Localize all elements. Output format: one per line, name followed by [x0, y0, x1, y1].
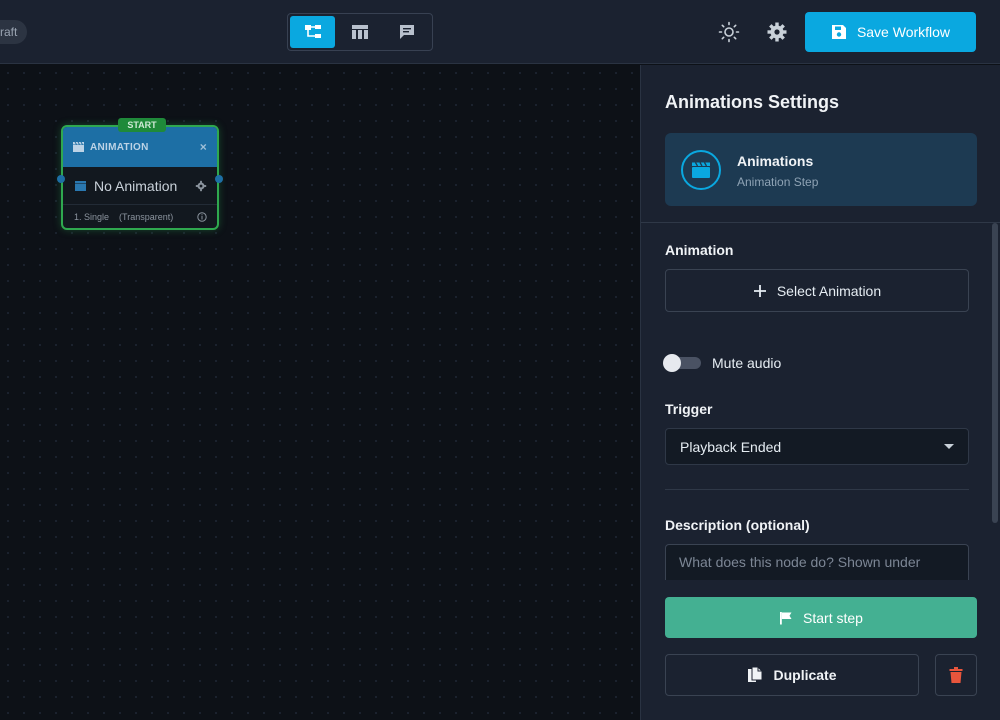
card-title: Animations [737, 153, 814, 169]
trigger-select[interactable]: Playback Ended [665, 428, 969, 465]
gear-icon [767, 22, 787, 42]
table-view-icon [351, 25, 368, 39]
clapperboard-icon [73, 142, 84, 152]
node-input-handle[interactable] [57, 175, 65, 183]
node-gear-icon[interactable] [195, 180, 207, 192]
copy-icon [748, 666, 763, 682]
clapperboard-icon [692, 162, 710, 178]
node-header: ANIMATION × [63, 127, 217, 167]
comment-view-icon [400, 25, 415, 39]
node-body: No Animation [63, 167, 217, 205]
start-step-label: Start step [803, 609, 863, 626]
start-step-button[interactable]: Start step [665, 597, 977, 638]
node-close-icon[interactable]: × [200, 140, 207, 154]
description-textarea[interactable]: What does this node do? Shown under [665, 544, 969, 580]
tree-view-icon [304, 25, 321, 38]
divider [665, 489, 969, 490]
divider [641, 222, 1000, 223]
description-label: Description (optional) [665, 517, 810, 533]
table-view-button[interactable] [337, 16, 382, 48]
duplicate-button[interactable]: Duplicate [665, 654, 919, 696]
select-animation-button[interactable]: Select Animation [665, 269, 969, 312]
floppy-disk-icon [831, 25, 846, 39]
mute-audio-toggle[interactable] [663, 354, 701, 372]
theme-toggle-button[interactable] [714, 17, 744, 47]
top-bar: raft Save Workflow [0, 0, 1000, 64]
view-switcher [287, 13, 433, 51]
settings-panel: Animations Settings Animations Animation… [640, 65, 1000, 720]
trigger-label: Trigger [665, 401, 713, 417]
delete-button[interactable] [935, 654, 977, 696]
trigger-value: Playback Ended [680, 438, 782, 455]
save-workflow-button[interactable]: Save Workflow [805, 12, 976, 52]
tree-view-button[interactable] [290, 16, 336, 48]
step-info-card: Animations Animation Step [665, 133, 977, 206]
draft-status-badge: raft [0, 20, 28, 44]
info-icon [197, 211, 207, 222]
panel-footer: Start step Duplicate [641, 580, 1000, 720]
mute-audio-label: Mute audio [712, 355, 782, 371]
sun-icon [718, 21, 740, 43]
node-footer: 1. Single (Transparent) [63, 205, 217, 228]
card-subtitle: Animation Step [737, 175, 819, 189]
node-background-label: (Transparent) [119, 211, 174, 222]
node-output-handle[interactable] [215, 175, 223, 183]
node-animation-name: No Animation [94, 177, 178, 194]
animation-node[interactable]: START ANIMATION × No Animation 1. Single… [57, 118, 223, 230]
toggle-knob [663, 354, 681, 372]
duplicate-label: Duplicate [773, 667, 837, 683]
flag-icon [780, 611, 792, 624]
panel-scrollbar[interactable] [992, 223, 998, 523]
plus-icon [753, 284, 766, 297]
card-icon-circle [681, 150, 721, 190]
animation-label: Animation [665, 242, 734, 258]
node-mode-label: 1. Single [74, 211, 110, 222]
chevron-down-icon [944, 444, 954, 449]
panel-title: Animations Settings [665, 92, 840, 112]
start-badge: START [118, 118, 166, 132]
comment-view-button[interactable] [385, 16, 430, 48]
select-animation-label: Select Animation [776, 282, 882, 299]
clapperboard-icon [75, 180, 86, 191]
trash-icon [949, 667, 963, 683]
settings-button[interactable] [762, 17, 792, 47]
node-type-label: ANIMATION [90, 141, 149, 153]
save-workflow-label: Save Workflow [856, 24, 951, 40]
